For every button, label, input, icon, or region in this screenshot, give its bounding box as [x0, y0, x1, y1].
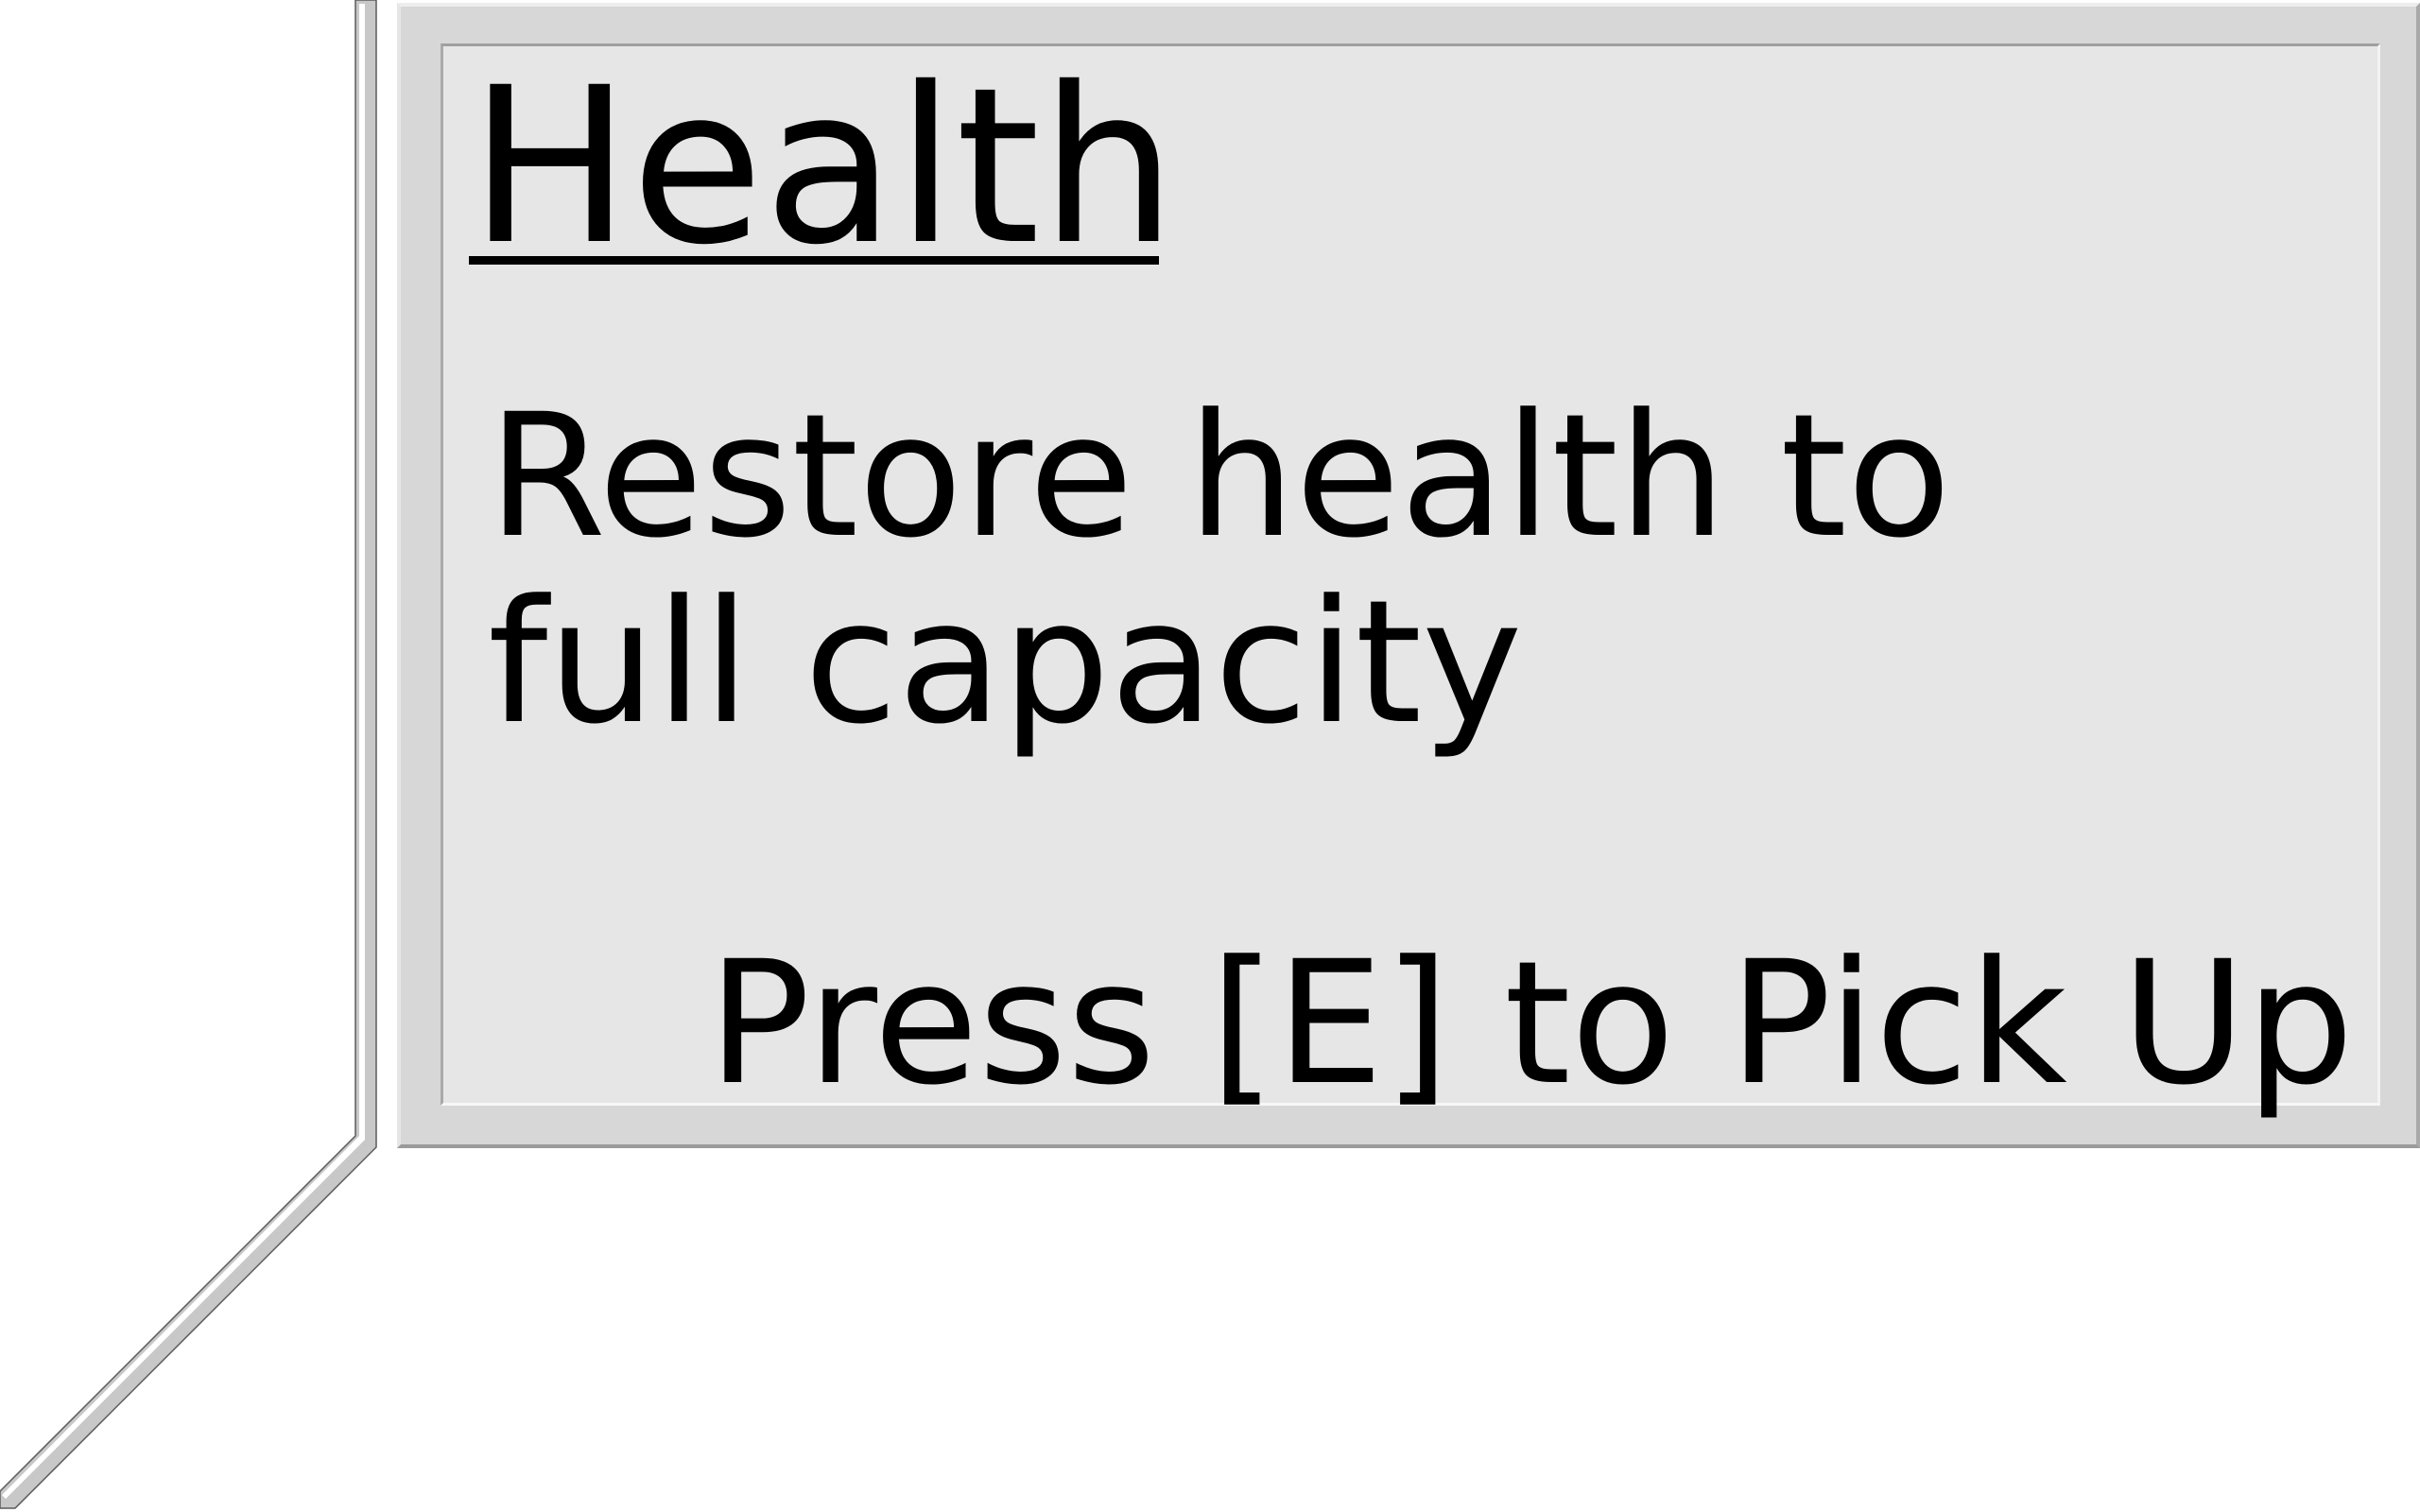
game-viewport: Health Restore health to full capacity P… [0, 0, 2420, 1512]
item-description: Restore health to full capacity [488, 378, 1951, 762]
title-underline [469, 256, 1159, 265]
pickup-prompt: Press [E] to Pick Up [707, 925, 2354, 1123]
